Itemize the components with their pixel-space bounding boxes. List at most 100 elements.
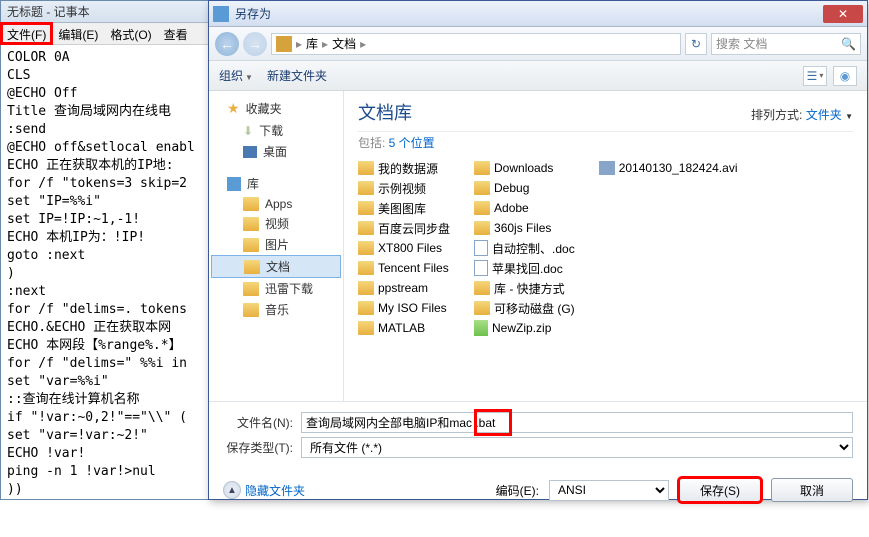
library-icon — [227, 177, 241, 191]
nav-bar: ← → ▸ 库 ▸ 文档 ▸ ↻ 搜索 文档 🔍 — [209, 27, 867, 61]
search-input[interactable]: 搜索 文档 🔍 — [711, 33, 861, 55]
sidebar-apps[interactable]: Apps — [209, 195, 343, 213]
doc-icon — [474, 240, 488, 256]
file-item[interactable]: XT800 Files — [358, 239, 450, 257]
sidebar-xunlei[interactable]: 迅雷下载 — [209, 278, 343, 299]
help-button[interactable]: ◉ — [833, 66, 857, 86]
folder-icon — [358, 201, 374, 215]
file-item[interactable]: NewZip.zip — [474, 319, 575, 337]
save-as-dialog: 另存为 ✕ ← → ▸ 库 ▸ 文档 ▸ ↻ 搜索 文档 🔍 组织▼ 新建文件夹… — [208, 0, 868, 500]
sidebar-docs[interactable]: 文档 — [211, 255, 341, 278]
forward-button[interactable]: → — [243, 32, 267, 56]
folder-icon — [474, 161, 490, 175]
content-subtitle: 包括: 5 个位置 — [358, 134, 853, 151]
doc-icon — [474, 260, 488, 276]
folder-icon — [358, 181, 374, 195]
file-col-2: Downloads Debug Adobe 360js Files 自动控制、.doc 苹… — [474, 159, 575, 337]
folder-icon — [358, 241, 374, 255]
sidebar-music[interactable]: 音乐 — [209, 299, 343, 320]
folder-icon — [243, 303, 259, 317]
view-button[interactable]: ☰▾ — [803, 66, 827, 86]
folder-icon — [358, 321, 374, 335]
file-item[interactable]: 苹果找回.doc — [474, 259, 575, 277]
back-button[interactable]: ← — [215, 32, 239, 56]
notepad-body[interactable]: COLOR 0A CLS @ECHO Off Title 查询局域网内在线电 :… — [1, 45, 209, 495]
notepad-window: 无标题 - 记事本 文件(F) 编辑(E) 格式(O) 查看 COLOR 0A … — [0, 0, 210, 500]
organize-button[interactable]: 组织▼ — [219, 67, 253, 84]
hide-folders-link[interactable]: ▲隐藏文件夹 — [223, 481, 305, 499]
newfolder-button[interactable]: 新建文件夹 — [267, 67, 327, 84]
folder-icon — [474, 281, 490, 295]
file-col-3: 20140130_182424.avi — [599, 159, 738, 337]
search-icon: 🔍 — [841, 37, 856, 51]
notepad-menubar: 文件(F) 编辑(E) 格式(O) 查看 — [1, 23, 209, 45]
breadcrumb[interactable]: ▸ 库 ▸ 文档 ▸ — [271, 33, 681, 55]
sidebar-favorites[interactable]: ★收藏夹 — [209, 97, 343, 120]
search-placeholder: 搜索 文档 — [716, 35, 767, 52]
cancel-button[interactable]: 取消 — [771, 478, 853, 502]
file-item[interactable]: 可移动磁盘 (G) — [474, 299, 575, 317]
toolbar-right: ☰▾ ◉ — [803, 66, 857, 86]
file-item[interactable]: ppstream — [358, 279, 450, 297]
filename-label: 文件名(N): — [223, 414, 293, 431]
menu-edit[interactable]: 编辑(E) — [52, 23, 104, 44]
sidebar: ★收藏夹 ⬇下载 桌面 库 Apps 视频 图片 文档 迅雷下载 音乐 — [209, 91, 344, 401]
notepad-title: 无标题 - 记事本 — [1, 1, 209, 23]
sidebar-libraries[interactable]: 库 — [209, 172, 343, 195]
file-item[interactable]: 360js Files — [474, 219, 575, 237]
menu-file[interactable]: 文件(F) — [1, 23, 52, 44]
close-button[interactable]: ✕ — [823, 5, 863, 23]
filename-input[interactable] — [301, 412, 853, 433]
file-item[interactable]: 示例视频 — [358, 179, 450, 197]
dialog-titlebar: 另存为 ✕ — [209, 1, 867, 27]
file-item[interactable]: Tencent Files — [358, 259, 450, 277]
file-item[interactable]: 我的数据源 — [358, 159, 450, 177]
folder-icon — [243, 197, 259, 211]
file-item[interactable]: My ISO Files — [358, 299, 450, 317]
encoding-label: 编码(E): — [496, 482, 539, 499]
folder-icon — [244, 260, 260, 274]
filetype-select[interactable]: 所有文件 (*.*) — [301, 437, 853, 458]
folder-icon — [276, 36, 292, 52]
file-item[interactable]: 百度云同步盘 — [358, 219, 450, 237]
folder-icon — [358, 301, 374, 315]
folder-icon — [358, 161, 374, 175]
file-item[interactable]: 库 - 快捷方式 — [474, 279, 575, 297]
content-title: 文档库 — [358, 99, 412, 125]
crumb-current[interactable]: 文档 — [332, 35, 356, 52]
file-item[interactable]: Debug — [474, 179, 575, 197]
sidebar-video[interactable]: 视频 — [209, 213, 343, 234]
folder-icon — [243, 282, 259, 296]
footer: ▲隐藏文件夹 编码(E): ANSI 保存(S) 取消 — [209, 468, 867, 512]
content-pane: 文档库 排列方式: 文件夹 ▼ 包括: 5 个位置 我的数据源示例视频美图图库百… — [344, 91, 867, 401]
filetype-row: 保存类型(T): 所有文件 (*.*) — [223, 437, 853, 458]
folder-icon — [474, 221, 490, 235]
sidebar-desktop[interactable]: 桌面 — [209, 141, 343, 162]
file-item[interactable]: 自动控制、.doc — [474, 239, 575, 257]
save-button[interactable]: 保存(S) — [679, 478, 761, 502]
file-item[interactable]: 20140130_182424.avi — [599, 159, 738, 177]
sort-control[interactable]: 排列方式: 文件夹 ▼ — [751, 106, 853, 123]
menu-format[interactable]: 格式(O) — [104, 23, 157, 44]
filetype-label: 保存类型(T): — [223, 439, 293, 456]
content-header: 文档库 排列方式: 文件夹 ▼ — [358, 99, 853, 132]
filename-row: 文件名(N): — [223, 412, 853, 433]
crumb-root[interactable]: 库 — [306, 35, 318, 52]
file-item[interactable]: Adobe — [474, 199, 575, 217]
sidebar-downloads[interactable]: ⬇下载 — [209, 120, 343, 141]
star-icon: ★ — [227, 100, 240, 117]
sidebar-pics[interactable]: 图片 — [209, 234, 343, 255]
file-item[interactable]: MATLAB — [358, 319, 450, 337]
file-grid: 我的数据源示例视频美图图库百度云同步盘 XT800 Files Tencent Fi… — [358, 159, 853, 337]
crumb-sep: ▸ — [296, 37, 302, 51]
refresh-button[interactable]: ↻ — [685, 33, 707, 55]
folder-icon — [358, 281, 374, 295]
menu-view[interactable]: 查看 — [158, 23, 194, 44]
file-item[interactable]: 美图图库 — [358, 199, 450, 217]
file-item[interactable]: Downloads — [474, 159, 575, 177]
folder-icon — [243, 217, 259, 231]
encoding-select[interactable]: ANSI — [549, 480, 669, 501]
folder-icon — [358, 261, 374, 275]
zip-icon — [474, 320, 488, 336]
locations-link[interactable]: 5 个位置 — [389, 136, 435, 150]
